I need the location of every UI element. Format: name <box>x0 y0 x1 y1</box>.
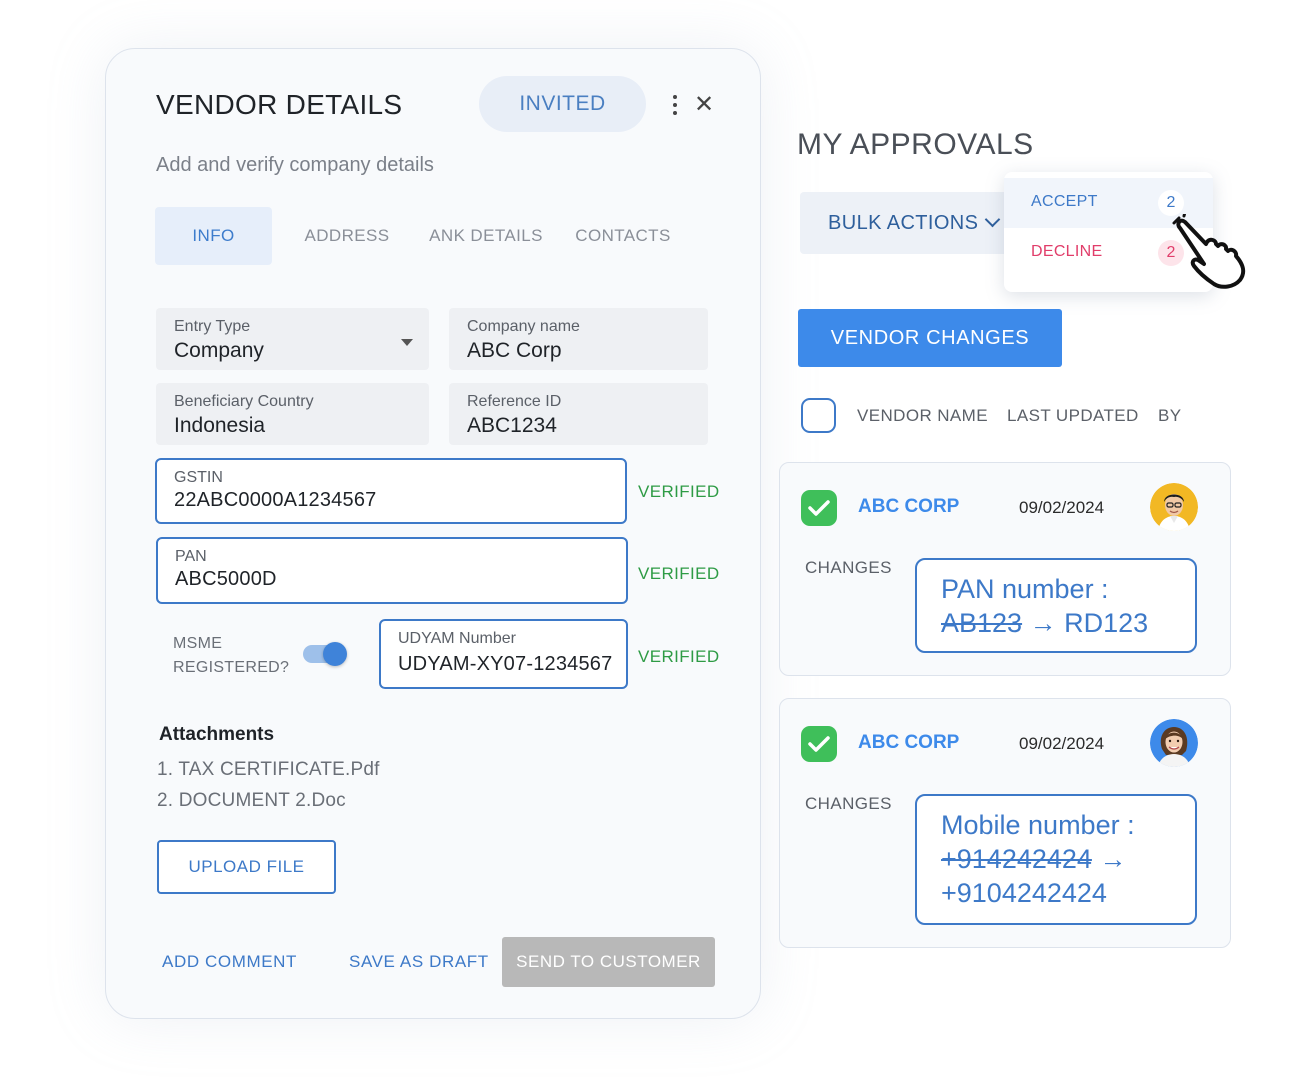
attachments-title: Attachments <box>159 724 275 745</box>
reference-id-label: Reference ID <box>467 393 562 410</box>
old-value: AB123 <box>941 608 1023 638</box>
approval-checkbox[interactable] <box>801 490 837 526</box>
new-value: RD123 <box>1064 608 1149 638</box>
entry-type-label: Entry Type <box>174 318 251 335</box>
pan-value: ABC5000D <box>175 568 277 590</box>
last-updated-date: 09/02/2024 <box>1019 734 1105 753</box>
arrow-icon: → <box>1029 608 1057 638</box>
select-all-checkbox[interactable] <box>801 398 836 433</box>
entry-type-select[interactable]: Entry Type Company <box>156 308 429 370</box>
msme-label-line2: REGISTERED? <box>173 659 290 676</box>
pointer-hand-icon <box>1172 214 1246 289</box>
save-as-draft-button[interactable]: SAVE AS DRAFT <box>349 952 489 972</box>
approval-card: ABC CORP 09/02/2024 CHANGES Mobile numbe… <box>779 698 1231 948</box>
upload-file-button[interactable]: UPLOAD FILE <box>157 840 336 894</box>
accept-label: ACCEPT <box>1031 193 1098 210</box>
avatar <box>1150 719 1198 767</box>
vendor-name-link[interactable]: ABC CORP <box>858 732 959 754</box>
change-values: +914242424 → <box>941 842 1171 876</box>
vendor-name-link[interactable]: ABC CORP <box>858 496 959 518</box>
change-values: AB123 → RD123 <box>941 606 1171 640</box>
udyam-value: UDYAM-XY07-1234567 <box>398 653 613 675</box>
column-header-by[interactable]: BY <box>1158 406 1181 426</box>
msme-toggle[interactable] <box>303 642 347 666</box>
accept-count-badge: 2 <box>1158 190 1184 216</box>
beneficiary-country-value: Indonesia <box>174 414 266 437</box>
pan-field[interactable]: PAN ABC5000D <box>156 537 628 604</box>
close-icon[interactable]: ✕ <box>694 91 714 119</box>
udyam-label: UDYAM Number <box>398 630 516 647</box>
approval-card: ABC CORP 09/02/2024 CHANGES PAN number :… <box>779 462 1231 676</box>
vendor-details-subtitle: Add and verify company details <box>156 154 434 176</box>
attachment-item[interactable]: 1. TAX CERTIFICATE.Pdf <box>157 759 380 781</box>
approvals-title: MY APPROVALS <box>797 128 1034 161</box>
tab-address[interactable]: ADDRESS <box>292 207 402 265</box>
more-vertical-icon[interactable] <box>669 95 681 115</box>
dropdown-caret-icon <box>401 339 413 346</box>
gstin-value: 22ABC0000A1234567 <box>174 489 377 511</box>
change-summary-box: PAN number : AB123 → RD123 <box>915 558 1197 653</box>
vendor-changes-button[interactable]: VENDOR CHANGES <box>798 309 1062 367</box>
changed-field-name: PAN number : <box>941 574 1109 604</box>
vendor-details-card: VENDOR DETAILS INVITED ✕ Add and verify … <box>105 48 761 1019</box>
udyam-number-field[interactable]: UDYAM Number UDYAM-XY07-1234567 <box>379 619 628 689</box>
column-header-last-updated[interactable]: LAST UPDATED <box>1007 406 1139 426</box>
msme-label-line1: MSME <box>173 635 223 652</box>
toggle-knob <box>323 642 347 666</box>
pan-verified-status: VERIFIED <box>638 564 720 583</box>
changes-label: CHANGES <box>805 794 892 813</box>
decline-label: DECLINE <box>1031 243 1103 260</box>
gstin-field[interactable]: GSTIN 22ABC0000A1234567 <box>155 458 627 524</box>
attachment-item[interactable]: 2. DOCUMENT 2.Doc <box>157 790 346 812</box>
bulk-actions-button[interactable]: BULK ACTIONS <box>800 192 1030 254</box>
pan-label: PAN <box>175 548 207 565</box>
last-updated-date: 09/02/2024 <box>1019 498 1105 517</box>
old-value: +914242424 <box>941 844 1092 874</box>
new-value: +9104242424 <box>941 878 1107 908</box>
company-name-value: ABC Corp <box>467 339 562 362</box>
reference-id-field[interactable]: Reference ID ABC1234 <box>449 383 708 445</box>
beneficiary-country-field[interactable]: Beneficiary Country Indonesia <box>156 383 429 445</box>
changed-field-name: Mobile number : <box>941 810 1135 840</box>
entry-type-value: Company <box>174 339 264 362</box>
changes-label: CHANGES <box>805 558 892 577</box>
tab-bar: INFO ADDRESS ANK DETAILS CONTACTS <box>155 207 715 265</box>
chevron-down-icon <box>984 211 1001 228</box>
tab-contacts[interactable]: CONTACTS <box>568 207 678 265</box>
checkmark-icon <box>808 500 830 516</box>
beneficiary-country-label: Beneficiary Country <box>174 393 314 410</box>
company-name-label: Company name <box>467 318 580 335</box>
gstin-label: GSTIN <box>174 469 223 486</box>
arrow-icon: → <box>1099 844 1127 874</box>
vendor-details-title: VENDOR DETAILS <box>156 89 403 120</box>
add-comment-button[interactable]: ADD COMMENT <box>162 952 297 972</box>
udyam-verified-status: VERIFIED <box>638 647 720 666</box>
avatar <box>1150 483 1198 531</box>
checkmark-icon <box>808 736 830 752</box>
send-to-customer-button[interactable]: SEND TO CUSTOMER <box>502 937 715 987</box>
status-badge: INVITED <box>479 76 646 132</box>
company-name-field[interactable]: Company name ABC Corp <box>449 308 708 370</box>
tab-bank-details[interactable]: ANK DETAILS <box>425 207 547 265</box>
bulk-actions-label: BULK ACTIONS <box>828 211 979 234</box>
change-summary-box: Mobile number : +914242424 → +9104242424 <box>915 794 1197 925</box>
column-header-vendor-name[interactable]: VENDOR NAME <box>857 406 988 426</box>
tab-info[interactable]: INFO <box>155 207 272 265</box>
approval-checkbox[interactable] <box>801 726 837 762</box>
msme-label: MSME REGISTERED? <box>173 632 289 680</box>
reference-id-value: ABC1234 <box>467 414 557 437</box>
gstin-verified-status: VERIFIED <box>638 482 720 501</box>
